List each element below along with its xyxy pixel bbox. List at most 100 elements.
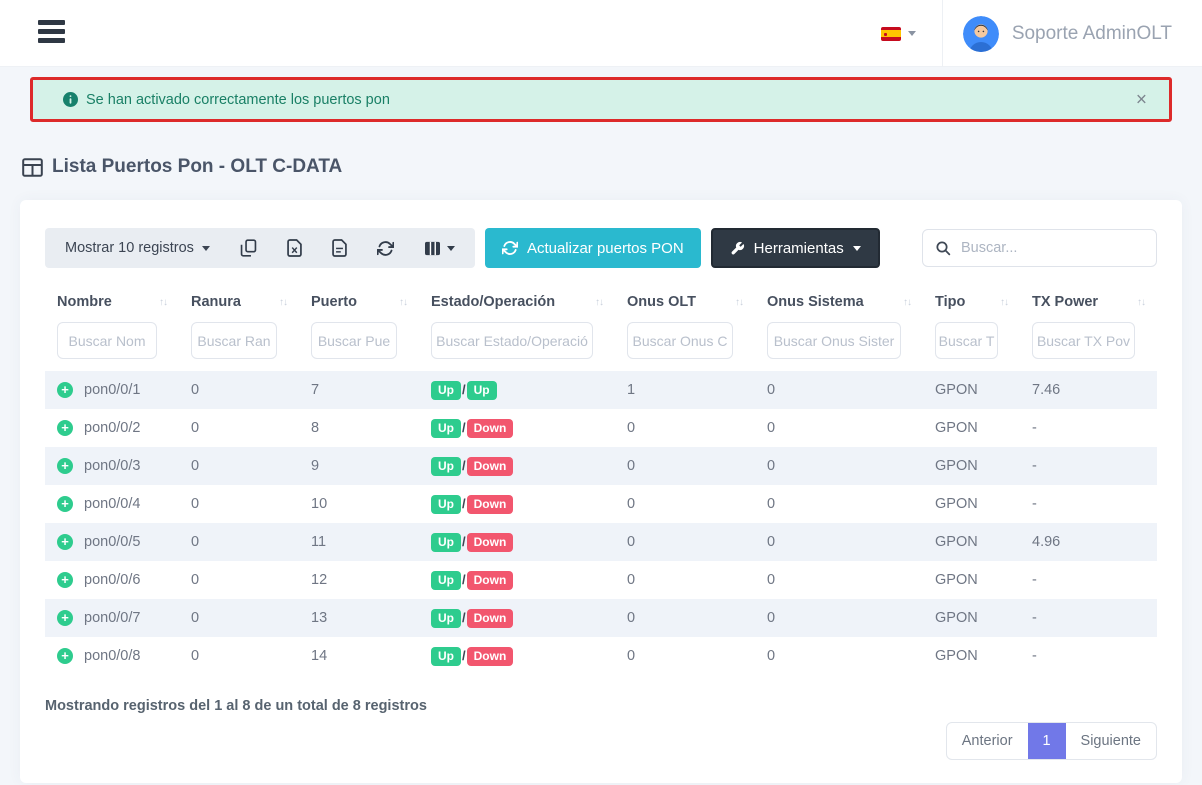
export-file-icon[interactable] bbox=[332, 239, 347, 257]
col-tipo[interactable]: Tipo↑↓ bbox=[923, 288, 1020, 320]
operacion-badge: Down bbox=[467, 571, 514, 590]
header-row: Nombre↑↓ Ranura↑↓ Puerto↑↓ Estado/Operac… bbox=[45, 288, 1157, 320]
export-excel-icon[interactable] bbox=[287, 239, 302, 257]
expand-row-icon[interactable]: + bbox=[57, 648, 73, 664]
sort-icon: ↑↓ bbox=[159, 297, 167, 308]
chevron-down-icon bbox=[202, 246, 210, 251]
expand-row-icon[interactable]: + bbox=[57, 496, 73, 512]
table-row: + pon0/0/3 0 9 Up/Down 0 0 GPON - bbox=[45, 447, 1157, 485]
filter-puerto-input[interactable] bbox=[311, 322, 397, 359]
ranura-value: 0 bbox=[179, 637, 299, 675]
tx-power-value: 4.96 bbox=[1020, 523, 1157, 561]
table-row: + pon0/0/5 0 11 Up/Down 0 0 GPON 4.96 bbox=[45, 523, 1157, 561]
tipo-value: GPON bbox=[923, 637, 1020, 675]
onus-sistema-value: 0 bbox=[755, 447, 923, 485]
col-tx-power[interactable]: TX Power↑↓ bbox=[1020, 288, 1157, 320]
operacion-badge: Down bbox=[467, 457, 514, 476]
tx-power-value: - bbox=[1020, 561, 1157, 599]
operacion-badge: Down bbox=[467, 533, 514, 552]
estado-badge: Up bbox=[431, 381, 461, 400]
filter-onus-olt-input[interactable] bbox=[627, 322, 733, 359]
operacion-badge: Down bbox=[467, 495, 514, 514]
filter-ranura-input[interactable] bbox=[191, 322, 277, 359]
estado-badge: Up bbox=[431, 571, 461, 590]
reload-table-icon[interactable] bbox=[377, 240, 394, 257]
onus-sistema-value: 0 bbox=[755, 409, 923, 447]
estado-badge: Up bbox=[431, 533, 461, 552]
language-selector[interactable] bbox=[855, 0, 942, 67]
sort-icon: ↑↓ bbox=[595, 297, 603, 308]
table-icon bbox=[22, 158, 43, 177]
tipo-value: GPON bbox=[923, 447, 1020, 485]
col-puerto[interactable]: Puerto↑↓ bbox=[299, 288, 419, 320]
expand-row-icon[interactable]: + bbox=[57, 610, 73, 626]
col-estado-operacion[interactable]: Estado/Operación↑↓ bbox=[419, 288, 615, 320]
pagination-prev[interactable]: Anterior bbox=[947, 723, 1028, 759]
records-summary: Mostrando registros del 1 al 8 de un tot… bbox=[45, 698, 427, 714]
sort-icon: ↑↓ bbox=[1137, 297, 1145, 308]
col-nombre[interactable]: Nombre↑↓ bbox=[45, 288, 179, 320]
pagination-next[interactable]: Siguiente bbox=[1066, 723, 1156, 759]
onus-olt-value: 0 bbox=[615, 447, 755, 485]
filter-tipo-input[interactable] bbox=[935, 322, 998, 359]
onus-sistema-value: 0 bbox=[755, 523, 923, 561]
filter-tx-power-input[interactable] bbox=[1032, 322, 1135, 359]
search-input[interactable] bbox=[961, 240, 1148, 256]
tipo-value: GPON bbox=[923, 599, 1020, 637]
table-row: + pon0/0/7 0 13 Up/Down 0 0 GPON - bbox=[45, 599, 1157, 637]
expand-row-icon[interactable]: + bbox=[57, 534, 73, 550]
sort-icon: ↑↓ bbox=[735, 297, 743, 308]
menu-toggle-icon[interactable] bbox=[38, 20, 65, 46]
onus-sistema-value: 0 bbox=[755, 637, 923, 675]
tipo-value: GPON bbox=[923, 485, 1020, 523]
pagination-page-1[interactable]: 1 bbox=[1028, 723, 1066, 759]
expand-row-icon[interactable]: + bbox=[57, 458, 73, 474]
table-row: + pon0/0/6 0 12 Up/Down 0 0 GPON - bbox=[45, 561, 1157, 599]
table-row: + pon0/0/1 0 7 Up/Up 1 0 GPON 7.46 bbox=[45, 371, 1157, 409]
expand-row-icon[interactable]: + bbox=[57, 420, 73, 436]
tool-strip: Mostrar 10 registros bbox=[45, 228, 475, 268]
table-row: + pon0/0/8 0 14 Up/Down 0 0 GPON - bbox=[45, 637, 1157, 675]
puerto-value: 14 bbox=[299, 637, 419, 675]
onus-olt-value: 0 bbox=[615, 637, 755, 675]
page-title: Lista Puertos Pon - OLT C-DATA bbox=[22, 156, 342, 178]
copy-icon[interactable] bbox=[240, 239, 257, 257]
operacion-badge: Down bbox=[467, 419, 514, 438]
filter-nombre-input[interactable] bbox=[57, 322, 157, 359]
table-body: + pon0/0/1 0 7 Up/Up 1 0 GPON 7.46 + pon… bbox=[45, 371, 1157, 675]
ranura-value: 0 bbox=[179, 523, 299, 561]
expand-row-icon[interactable]: + bbox=[57, 382, 73, 398]
user-menu[interactable]: Soporte AdminOLT bbox=[943, 0, 1202, 67]
tx-power-value: - bbox=[1020, 599, 1157, 637]
tipo-value: GPON bbox=[923, 523, 1020, 561]
ranura-value: 0 bbox=[179, 371, 299, 409]
col-onus-olt[interactable]: Onus OLT↑↓ bbox=[615, 288, 755, 320]
puerto-value: 9 bbox=[299, 447, 419, 485]
spain-flag-icon bbox=[881, 27, 901, 41]
estado-badge: Up bbox=[431, 495, 461, 514]
ranura-value: 0 bbox=[179, 409, 299, 447]
top-navbar: Soporte AdminOLT bbox=[0, 0, 1202, 67]
records-per-page-dropdown[interactable]: Mostrar 10 registros bbox=[65, 240, 210, 256]
sort-icon: ↑↓ bbox=[903, 297, 911, 308]
update-pon-ports-button[interactable]: Actualizar puertos PON bbox=[485, 228, 701, 268]
onus-sistema-value: 0 bbox=[755, 371, 923, 409]
ranura-value: 0 bbox=[179, 599, 299, 637]
expand-row-icon[interactable]: + bbox=[57, 572, 73, 588]
column-visibility-dropdown[interactable] bbox=[424, 241, 455, 256]
filter-estado-input[interactable] bbox=[431, 322, 593, 359]
operacion-badge: Down bbox=[467, 647, 514, 666]
tools-dropdown-button[interactable]: Herramientas bbox=[711, 228, 880, 268]
chevron-down-icon bbox=[853, 246, 861, 251]
col-ranura[interactable]: Ranura↑↓ bbox=[179, 288, 299, 320]
alert-message: Se han activado correctamente los puerto… bbox=[86, 92, 390, 108]
close-icon[interactable]: × bbox=[1136, 90, 1147, 109]
filter-onus-sistema-input[interactable] bbox=[767, 322, 901, 359]
estado-badge: Up bbox=[431, 457, 461, 476]
ranura-value: 0 bbox=[179, 447, 299, 485]
tx-power-value: - bbox=[1020, 485, 1157, 523]
ranura-value: 0 bbox=[179, 561, 299, 599]
search-icon bbox=[935, 240, 951, 256]
col-onus-sistema[interactable]: Onus Sistema↑↓ bbox=[755, 288, 923, 320]
global-search bbox=[922, 229, 1157, 267]
